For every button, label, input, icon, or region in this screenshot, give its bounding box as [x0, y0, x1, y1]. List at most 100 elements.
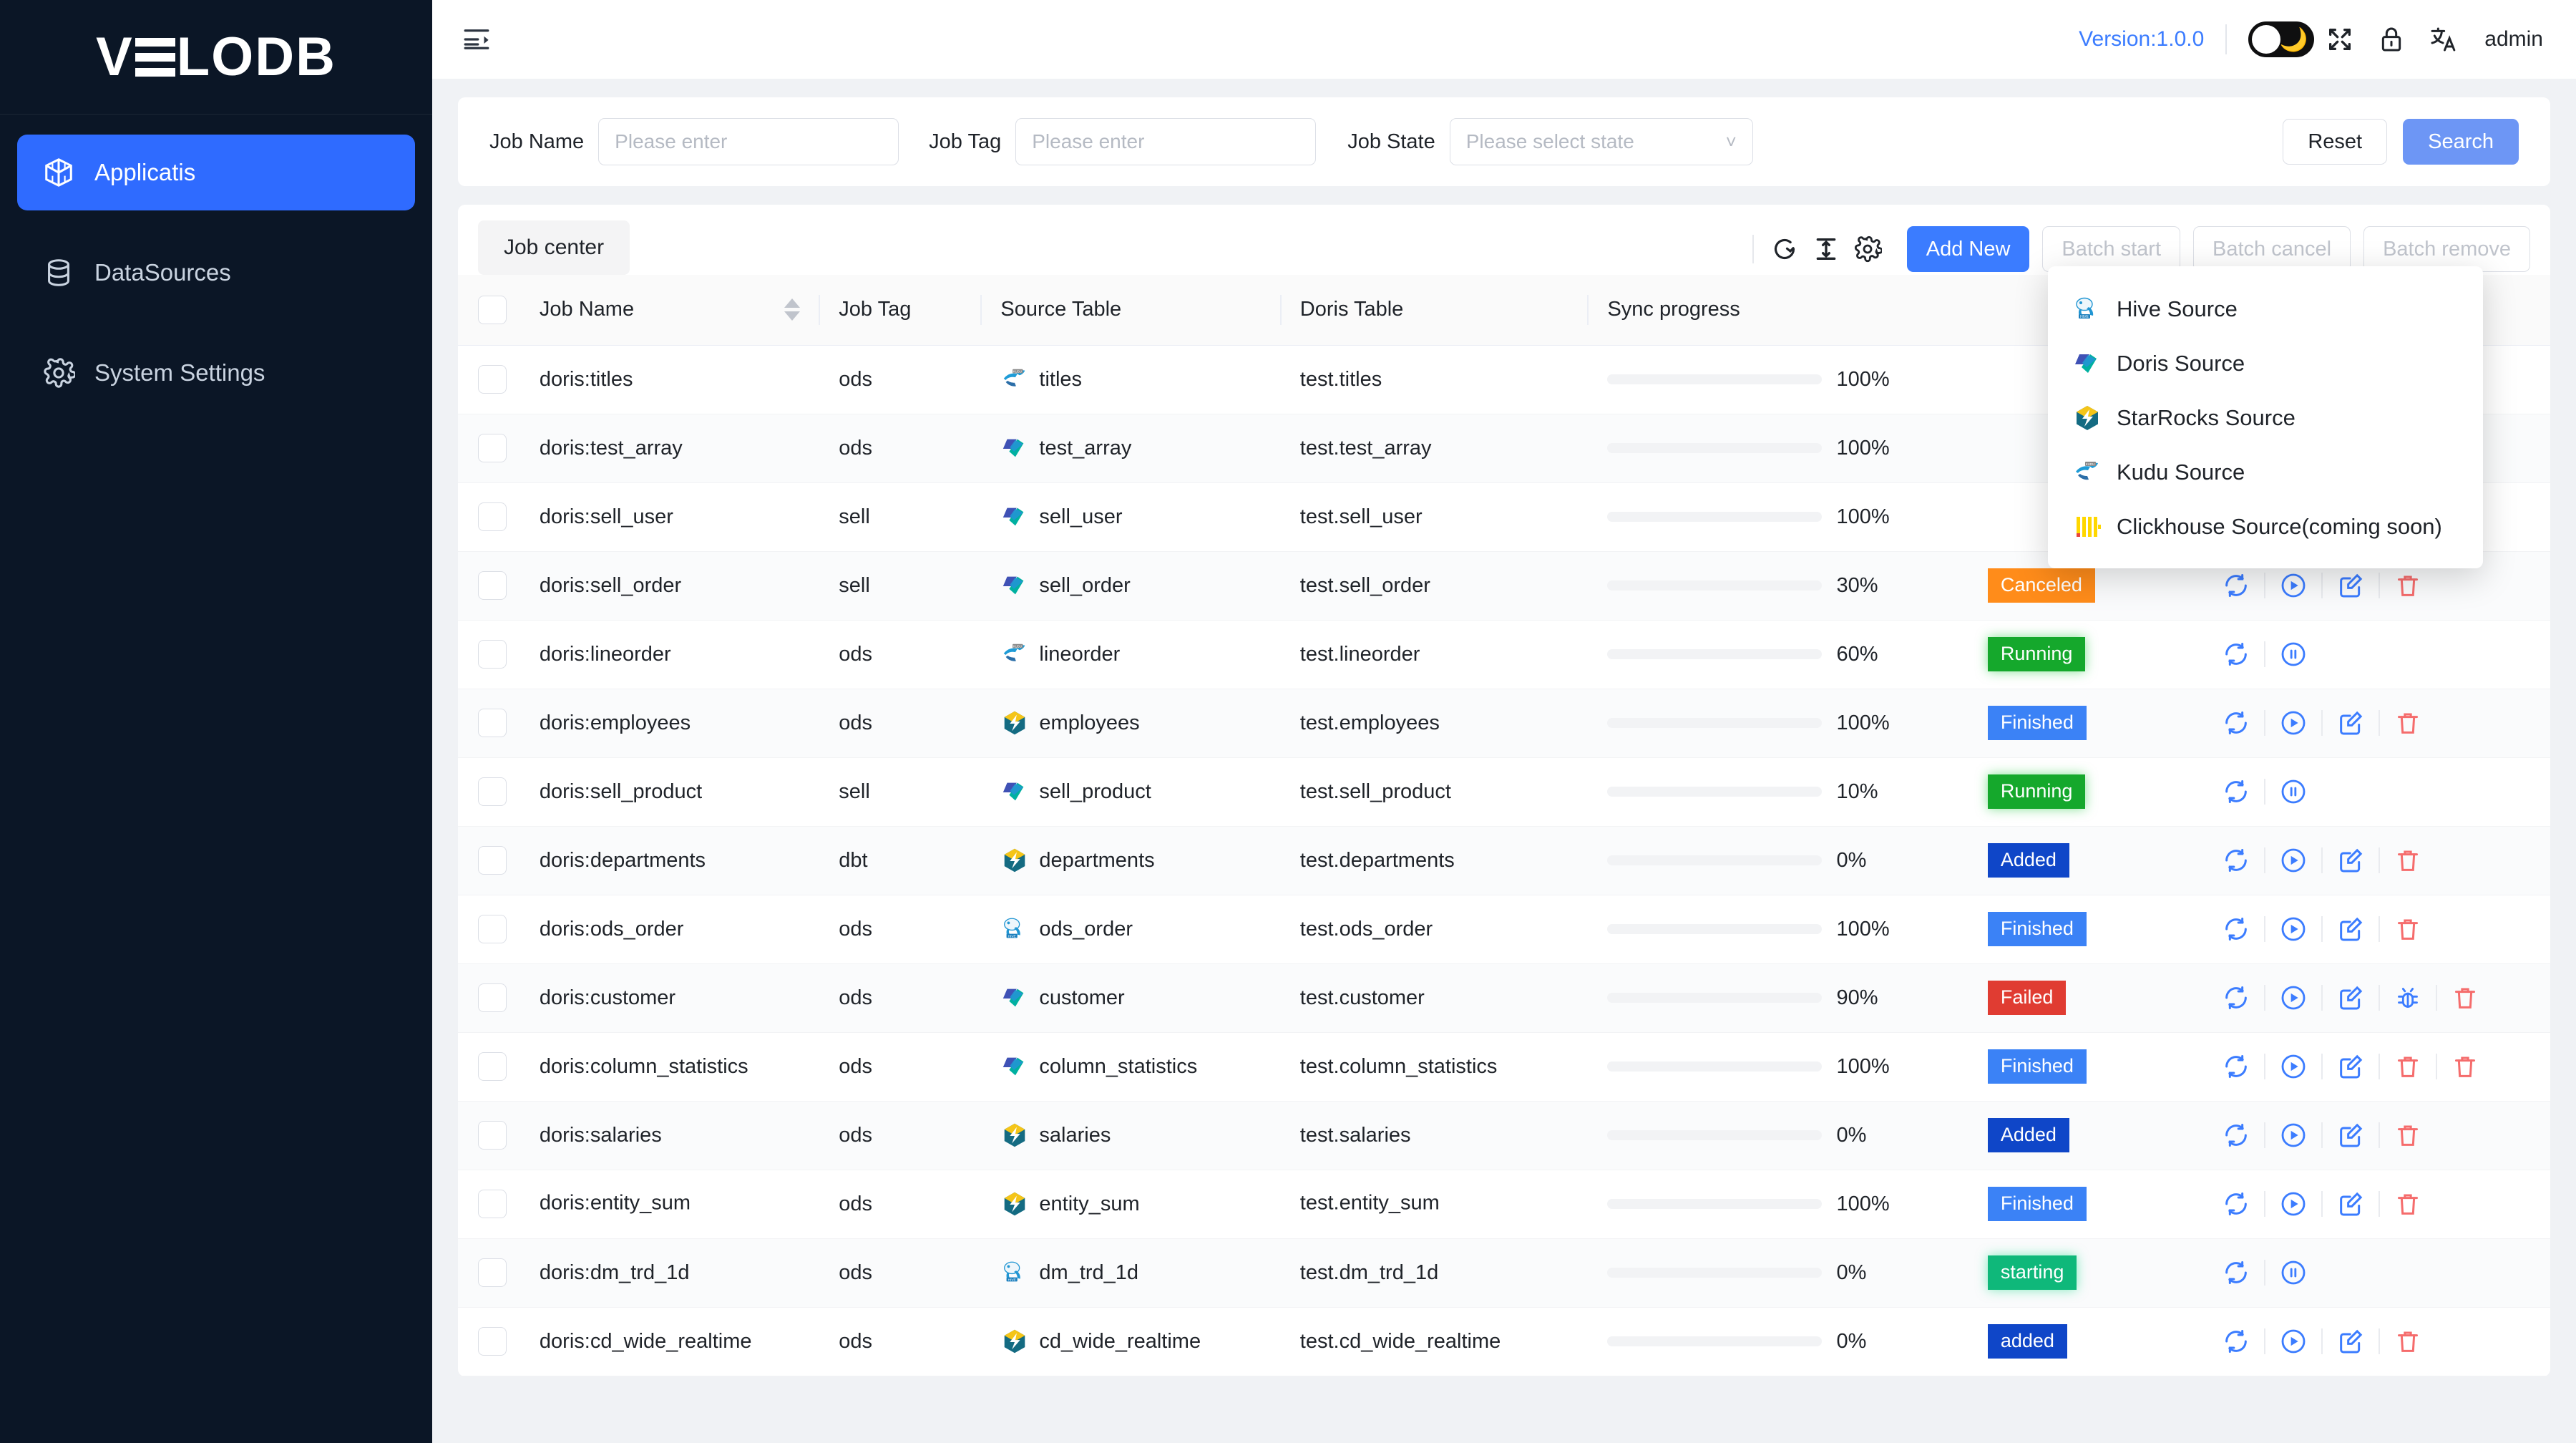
- edit-icon[interactable]: [2328, 701, 2373, 745]
- batch-cancel-button[interactable]: Batch cancel: [2193, 226, 2351, 272]
- delete-icon[interactable]: [2386, 907, 2430, 951]
- refresh-icon[interactable]: [2214, 976, 2258, 1020]
- theme-toggle[interactable]: 🌙: [2248, 21, 2314, 57]
- batch-start-button[interactable]: Batch start: [2042, 226, 2180, 272]
- delete-icon[interactable]: [2386, 563, 2430, 608]
- batch-remove-button[interactable]: Batch remove: [2363, 226, 2530, 272]
- edit-icon[interactable]: [2328, 976, 2373, 1020]
- cell-state: Added: [1968, 826, 2195, 895]
- tab-job-center[interactable]: Job center: [478, 220, 630, 275]
- table-row: doris:entity_sumodsentity_sumtest.entity…: [458, 1170, 2550, 1238]
- col-job-name[interactable]: Job Name: [519, 275, 819, 345]
- sidebar-item-datasources[interactable]: DataSources: [17, 235, 415, 311]
- refresh-icon[interactable]: [2214, 769, 2258, 814]
- job-state-select[interactable]: Please select state ˅: [1450, 118, 1753, 165]
- menu-item-kudu-source[interactable]: KUDU Kudu Source: [2048, 445, 2483, 500]
- select-all-checkbox[interactable]: [478, 296, 507, 324]
- refresh-icon[interactable]: [2214, 1250, 2258, 1295]
- cell-sync-progress: 90%: [1587, 963, 1967, 1032]
- row-checkbox[interactable]: [478, 1327, 507, 1356]
- refresh-icon[interactable]: [2214, 1044, 2258, 1089]
- gear-icon[interactable]: [1847, 228, 1888, 270]
- edit-icon[interactable]: [2328, 1319, 2373, 1364]
- pause-icon[interactable]: [2271, 632, 2316, 676]
- row-checkbox[interactable]: [478, 365, 507, 394]
- play-icon[interactable]: [2271, 907, 2316, 951]
- delete-icon[interactable]: [2386, 1182, 2430, 1226]
- doris-table-text: test.column_statistics: [1300, 1055, 1498, 1078]
- row-checkbox[interactable]: [478, 777, 507, 806]
- row-checkbox[interactable]: [478, 846, 507, 875]
- menu-item-hive-source[interactable]: HIVE Hive Source: [2048, 282, 2483, 336]
- row-checkbox[interactable]: [478, 709, 507, 737]
- refresh-icon[interactable]: [2214, 563, 2258, 608]
- menu-fold-icon[interactable]: [458, 21, 495, 58]
- pause-icon[interactable]: [2271, 769, 2316, 814]
- user-name[interactable]: admin: [2484, 27, 2543, 52]
- sidebar-item-system-settings[interactable]: System Settings: [17, 335, 415, 411]
- play-icon[interactable]: [2271, 838, 2316, 883]
- refresh-icon[interactable]: [2214, 632, 2258, 676]
- edit-icon[interactable]: [2328, 1182, 2373, 1226]
- row-checkbox[interactable]: [478, 1121, 507, 1150]
- pause-icon[interactable]: [2271, 1250, 2316, 1295]
- row-checkbox[interactable]: [478, 1052, 507, 1081]
- progress-bar: [1607, 1130, 1822, 1140]
- row-checkbox[interactable]: [478, 983, 507, 1012]
- delete-icon[interactable]: [2386, 1113, 2430, 1157]
- cell-job-name: doris:sell_product: [519, 757, 819, 826]
- delete-icon[interactable]: [2443, 976, 2487, 1020]
- fullscreen-icon[interactable]: [2314, 19, 2366, 59]
- play-icon[interactable]: [2271, 1044, 2316, 1089]
- menu-item-starrocks-source[interactable]: StarRocks Source: [2048, 391, 2483, 445]
- play-icon[interactable]: [2271, 1182, 2316, 1226]
- job-name-input[interactable]: [598, 118, 899, 165]
- row-checkbox[interactable]: [478, 640, 507, 669]
- edit-icon[interactable]: [2328, 563, 2373, 608]
- delete-icon[interactable]: [2386, 1319, 2430, 1364]
- sort-toggle-icon[interactable]: [784, 298, 800, 321]
- menu-item-doris-source[interactable]: Doris Source: [2048, 336, 2483, 391]
- row-actions: [2214, 701, 2550, 745]
- refresh-icon[interactable]: [2214, 907, 2258, 951]
- refresh-icon[interactable]: [1764, 228, 1805, 270]
- delete-icon[interactable]: [2386, 1044, 2430, 1089]
- bug-icon[interactable]: [2386, 976, 2430, 1020]
- menu-item-clickhouse-source[interactable]: Clickhouse Source(coming soon): [2048, 500, 2483, 554]
- refresh-icon[interactable]: [2214, 701, 2258, 745]
- play-icon[interactable]: [2271, 1113, 2316, 1157]
- refresh-icon[interactable]: [2214, 1182, 2258, 1226]
- row-checkbox[interactable]: [478, 571, 507, 600]
- refresh-icon[interactable]: [2214, 838, 2258, 883]
- reset-button[interactable]: Reset: [2283, 119, 2387, 165]
- row-checkbox[interactable]: [478, 502, 507, 531]
- search-button[interactable]: Search: [2403, 119, 2519, 165]
- divider: [2379, 985, 2380, 1011]
- delete-icon[interactable]: [2386, 838, 2430, 883]
- play-icon[interactable]: [2271, 1319, 2316, 1364]
- row-checkbox[interactable]: [478, 434, 507, 462]
- render-artifact: [1440, 1187, 1468, 1221]
- edit-icon[interactable]: [2328, 838, 2373, 883]
- col-label: Job Name: [540, 298, 634, 321]
- add-new-button[interactable]: Add New: [1907, 226, 2030, 272]
- play-icon[interactable]: [2271, 701, 2316, 745]
- edit-icon[interactable]: [2328, 1044, 2373, 1089]
- sidebar-item-applicatis[interactable]: Applicatis: [17, 135, 415, 210]
- row-height-icon[interactable]: [1805, 228, 1847, 270]
- job-tag-input[interactable]: [1015, 118, 1316, 165]
- refresh-icon[interactable]: [2214, 1113, 2258, 1157]
- play-icon[interactable]: [2271, 563, 2316, 608]
- delete-icon[interactable]: [2386, 701, 2430, 745]
- row-checkbox[interactable]: [478, 1258, 507, 1287]
- refresh-icon[interactable]: [2214, 1319, 2258, 1364]
- row-checkbox[interactable]: [478, 915, 507, 943]
- delete-icon[interactable]: [2443, 1044, 2487, 1089]
- lock-icon[interactable]: [2366, 19, 2417, 59]
- row-checkbox[interactable]: [478, 1190, 507, 1218]
- translate-icon[interactable]: [2417, 19, 2469, 59]
- edit-icon[interactable]: [2328, 1113, 2373, 1157]
- edit-icon[interactable]: [2328, 907, 2373, 951]
- play-icon[interactable]: [2271, 976, 2316, 1020]
- svg-text:KUDU: KUDU: [1013, 369, 1022, 373]
